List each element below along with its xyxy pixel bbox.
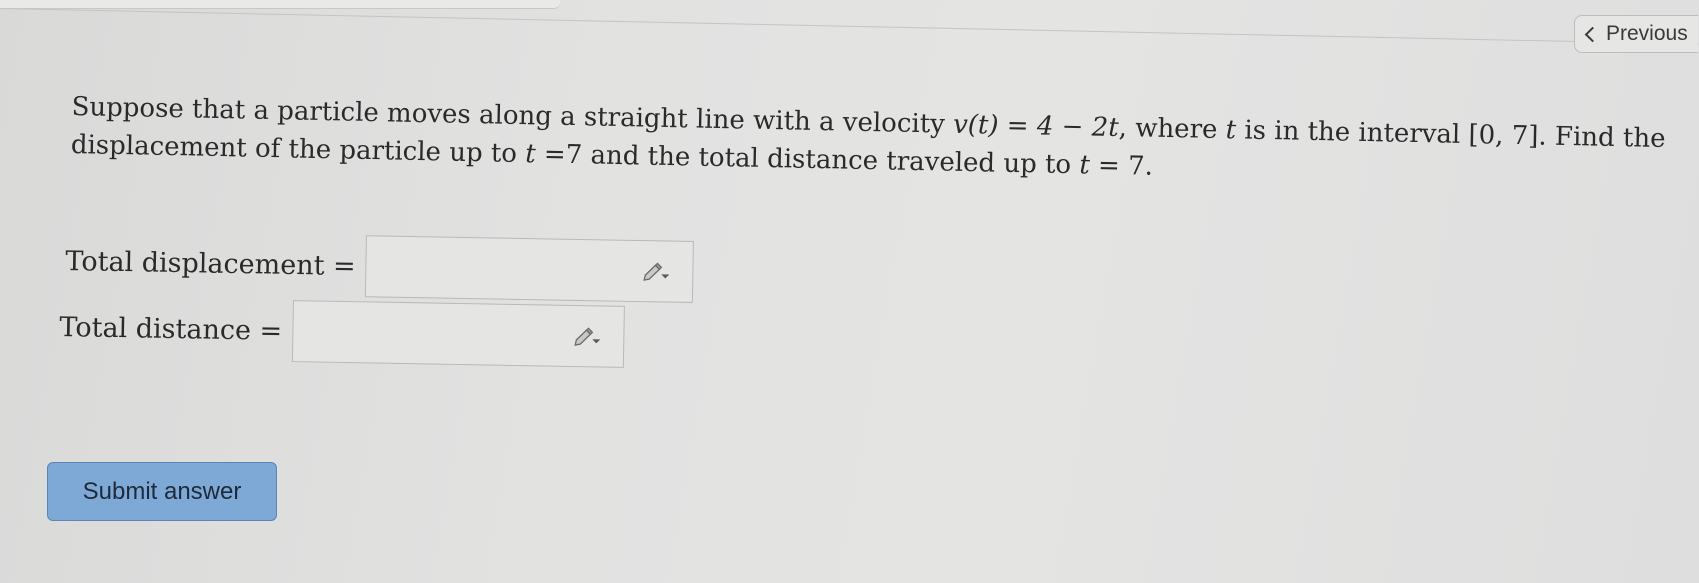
displacement-input[interactable] [365,235,695,303]
pencil-dropdown-icon[interactable] [573,326,601,346]
previous-button[interactable]: Previous [1574,15,1698,53]
distance-label: Total distance = [59,311,283,347]
distance-row: Total distance = [59,296,625,368]
pencil-dropdown-icon[interactable] [642,261,670,281]
chevron-left-icon [1584,26,1601,43]
displacement-row: Total displacement = [65,230,695,303]
question-text: Suppose that a particle moves along a st… [70,88,1671,196]
top-toolbar-strip [0,0,560,9]
submit-answer-button[interactable]: Submit answer [47,462,277,521]
distance-input[interactable] [291,300,625,368]
velocity-expression: v(t) = 4 − 2t [952,109,1120,144]
previous-label: Previous [1606,22,1688,45]
header-divider [0,8,1699,45]
interval-expression: [0, 7] [1468,120,1539,152]
displacement-label: Total displacement = [65,245,356,282]
